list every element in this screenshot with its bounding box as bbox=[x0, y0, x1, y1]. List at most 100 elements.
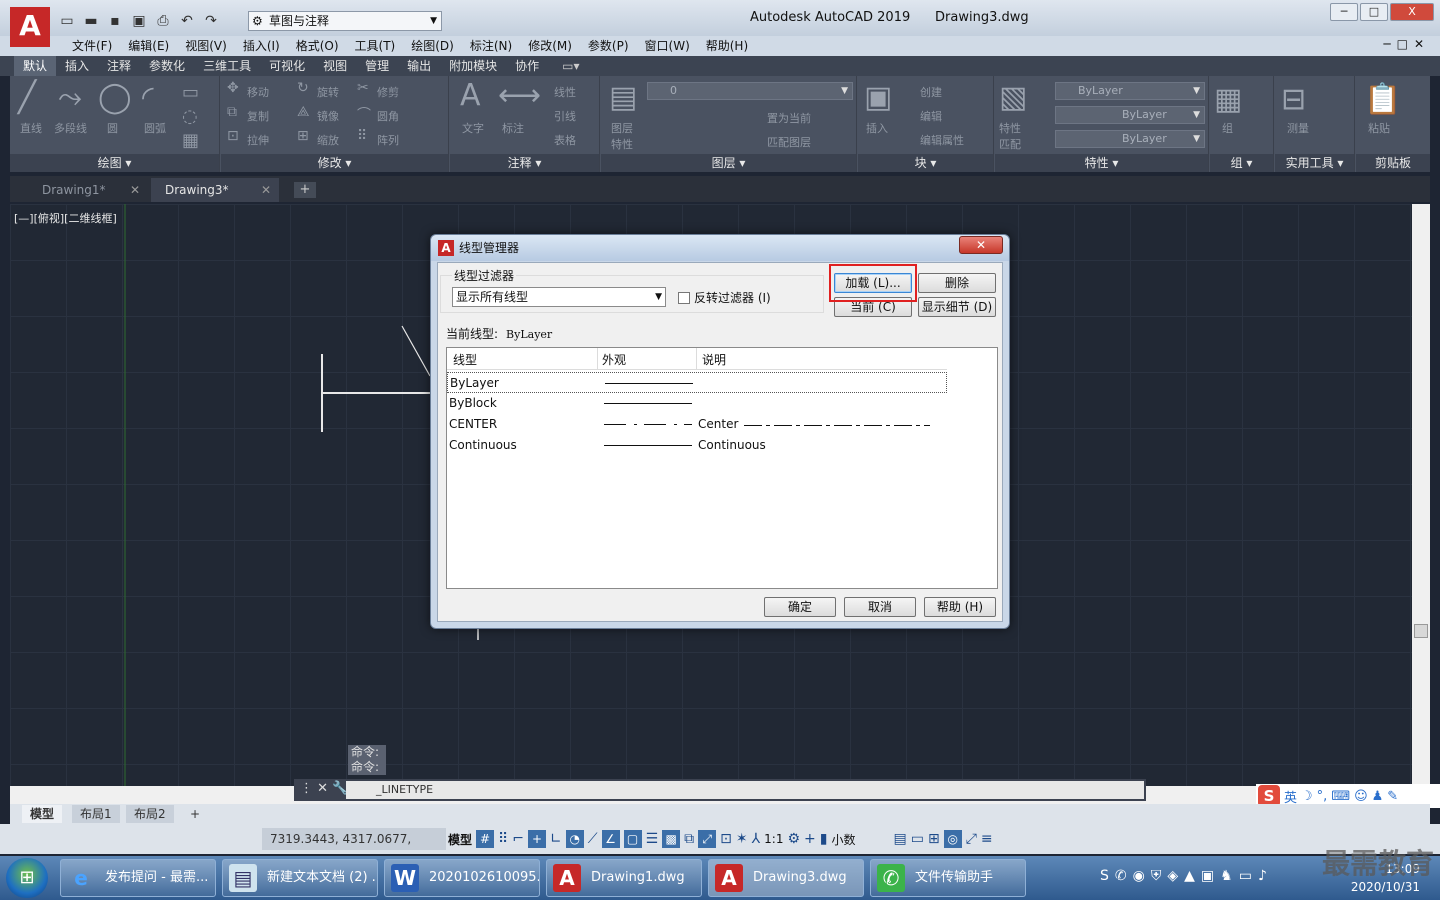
punctuation-icon[interactable]: °, bbox=[1317, 789, 1328, 804]
taskbar-item[interactable]: e 发布提问 - 最需... bbox=[60, 859, 216, 897]
linetype-list[interactable]: 线型 外观 说明 ByLayer ByBlock CENTER Center C… bbox=[446, 347, 998, 589]
user-icon[interactable]: ☺ bbox=[1354, 789, 1368, 804]
tab-default[interactable]: 默认 bbox=[14, 56, 57, 76]
list-item[interactable]: ByLayer bbox=[447, 372, 947, 393]
dimension-icon[interactable]: ⟷ bbox=[498, 78, 541, 113]
ime-language[interactable]: 英 bbox=[1284, 787, 1297, 806]
add-layout-button[interactable]: + bbox=[182, 805, 208, 823]
tool-group[interactable]: 组 bbox=[1222, 120, 1233, 136]
tool-insert[interactable]: 插入 bbox=[866, 120, 888, 136]
dynamic-input-icon[interactable]: + bbox=[528, 830, 547, 848]
close-icon[interactable]: ✕ bbox=[130, 178, 140, 202]
invert-filter-checkbox[interactable]: 反转过滤器 (I) bbox=[678, 289, 771, 306]
panel-title-properties[interactable]: 特性 ▾ bbox=[995, 154, 1208, 172]
doc-tab-drawing3[interactable]: Drawing3* ✕ bbox=[151, 178, 279, 202]
menu-help[interactable]: 帮助(H) bbox=[698, 38, 756, 54]
array-icon[interactable]: ⠿ bbox=[357, 128, 367, 144]
dynamic-ucs-icon[interactable]: ⊡ bbox=[720, 831, 732, 847]
object-snap-tracking-icon[interactable]: ∠ bbox=[601, 830, 620, 848]
display-icon[interactable]: ▭ bbox=[1239, 868, 1252, 884]
linetype-dropdown[interactable]: ByLayer ▼ bbox=[1055, 106, 1205, 124]
weibo-icon[interactable]: ◉ bbox=[1133, 868, 1145, 884]
tab-model[interactable]: 模型 bbox=[22, 805, 63, 823]
measure-icon[interactable]: ⊟ bbox=[1281, 82, 1306, 117]
group-icon[interactable]: ▦ bbox=[1214, 82, 1242, 117]
print-icon[interactable]: ⎙ bbox=[152, 11, 174, 31]
maximize-button[interactable]: □ bbox=[1360, 3, 1388, 21]
tool-paste[interactable]: 粘贴 bbox=[1368, 120, 1390, 136]
close-button[interactable]: X bbox=[1390, 3, 1434, 21]
plus-icon[interactable]: + bbox=[804, 831, 816, 847]
workspace-switch-icon[interactable]: ⚙ bbox=[787, 831, 800, 847]
tool-line[interactable]: 直线 bbox=[20, 120, 42, 136]
rectangle-icon[interactable]: ▭ bbox=[182, 82, 199, 103]
lineweight-icon[interactable]: ☰ bbox=[646, 831, 659, 847]
command-input[interactable]: _LINETYPE bbox=[346, 781, 1144, 799]
save-icon[interactable]: ▪ bbox=[104, 11, 126, 31]
menu-file[interactable]: 文件(F) bbox=[64, 38, 120, 54]
scroll-thumb[interactable] bbox=[1414, 624, 1428, 638]
cube-icon[interactable]: ◈ bbox=[1167, 868, 1178, 884]
lineweight-dropdown[interactable]: ByLayer ▼ bbox=[1055, 130, 1205, 148]
filter-dropdown[interactable]: 显示所有线型 ▼ bbox=[452, 287, 666, 307]
tool-dimension[interactable]: 标注 bbox=[502, 120, 524, 136]
taskbar-item[interactable]: A Drawing1.dwg bbox=[546, 859, 702, 897]
tab-layout1[interactable]: 布局1 bbox=[72, 805, 120, 823]
close-icon[interactable]: ✕ bbox=[261, 178, 271, 202]
delete-button[interactable]: 删除 bbox=[918, 273, 996, 293]
polyline-icon[interactable]: ⤳ bbox=[58, 80, 82, 115]
dialog-close-button[interactable]: ✕ bbox=[959, 236, 1003, 254]
keyboard-icon[interactable]: ⌨ bbox=[1331, 789, 1350, 804]
menu-edit[interactable]: 编辑(E) bbox=[120, 38, 177, 54]
tab-annotate[interactable]: 注释 bbox=[98, 56, 140, 76]
hatch-icon[interactable]: ◌ bbox=[182, 106, 198, 127]
snap-icon[interactable]: ⠿ bbox=[498, 831, 508, 847]
boundary-icon[interactable]: ▦ bbox=[182, 130, 199, 151]
document-window-controls[interactable]: ─□✕ bbox=[1383, 37, 1430, 51]
column-header-appearance[interactable]: 外观 bbox=[602, 351, 626, 368]
tool-fillet[interactable]: 圆角 bbox=[377, 108, 399, 124]
doc-tab-drawing1[interactable]: Drawing1* ✕ bbox=[28, 178, 148, 202]
menu-tools[interactable]: 工具(T) bbox=[347, 38, 404, 54]
show-details-button[interactable]: 显示细节 (D) bbox=[918, 297, 996, 317]
column-divider[interactable] bbox=[696, 348, 697, 370]
annotation-visibility-icon[interactable]: ✶ bbox=[736, 831, 748, 847]
cancel-button[interactable]: 取消 bbox=[844, 597, 916, 617]
3d-osnap-icon[interactable]: ⤢ bbox=[698, 830, 717, 848]
tool-text[interactable]: 文字 bbox=[462, 120, 484, 136]
tool-measure[interactable]: 测量 bbox=[1287, 120, 1309, 136]
menu-view[interactable]: 视图(V) bbox=[177, 38, 235, 54]
transparency-icon[interactable]: ▩ bbox=[662, 830, 681, 848]
menu-window[interactable]: 窗口(W) bbox=[637, 38, 698, 54]
line-icon[interactable]: ╱ bbox=[18, 80, 36, 115]
tool-trim[interactable]: 修剪 bbox=[377, 84, 399, 100]
list-item[interactable]: CENTER Center bbox=[447, 414, 947, 435]
fullscreen-icon[interactable]: ⤢ bbox=[966, 831, 977, 847]
customization-icon[interactable]: ≡ bbox=[981, 831, 993, 847]
sogou-tray-icon[interactable]: S bbox=[1100, 868, 1109, 884]
insert-block-icon[interactable]: ▣ bbox=[864, 80, 892, 115]
open-icon[interactable]: ▬ bbox=[80, 11, 102, 31]
tool-edit[interactable]: 编辑 bbox=[920, 108, 942, 124]
nvidia-icon[interactable]: ▣ bbox=[1201, 868, 1214, 884]
dialog-title-bar[interactable]: A 线型管理器 ✕ bbox=[431, 235, 1009, 261]
isometric-icon[interactable]: ⟋ bbox=[588, 831, 598, 847]
mirror-icon[interactable]: ⟁ bbox=[297, 104, 310, 120]
tab-manage[interactable]: 管理 bbox=[356, 56, 398, 76]
tool-stretch[interactable]: 拉伸 bbox=[247, 132, 269, 148]
match-properties-icon[interactable]: ▧ bbox=[999, 80, 1027, 115]
tool-move[interactable]: 移动 bbox=[247, 84, 269, 100]
ribbon-options-icon[interactable]: ▭▾ bbox=[548, 56, 579, 76]
taskbar-item[interactable]: A Drawing3.dwg bbox=[708, 859, 864, 897]
selection-cycling-icon[interactable]: ⧉ bbox=[684, 831, 694, 847]
tool-array[interactable]: 阵列 bbox=[377, 132, 399, 148]
stretch-icon[interactable]: ⊡ bbox=[227, 128, 239, 144]
tool-rotate[interactable]: 旋转 bbox=[317, 84, 339, 100]
menu-insert[interactable]: 插入(I) bbox=[235, 38, 288, 54]
polar-tracking-icon[interactable]: ◔ bbox=[565, 830, 584, 848]
tab-3d-tools[interactable]: 三维工具 bbox=[194, 56, 260, 76]
panel-title-block[interactable]: 块 ▾ bbox=[858, 154, 993, 172]
vertical-scrollbar[interactable] bbox=[1412, 204, 1430, 786]
column-header-linetype[interactable]: 线型 bbox=[453, 351, 477, 368]
units-dropdown[interactable]: 小数 bbox=[831, 831, 889, 848]
